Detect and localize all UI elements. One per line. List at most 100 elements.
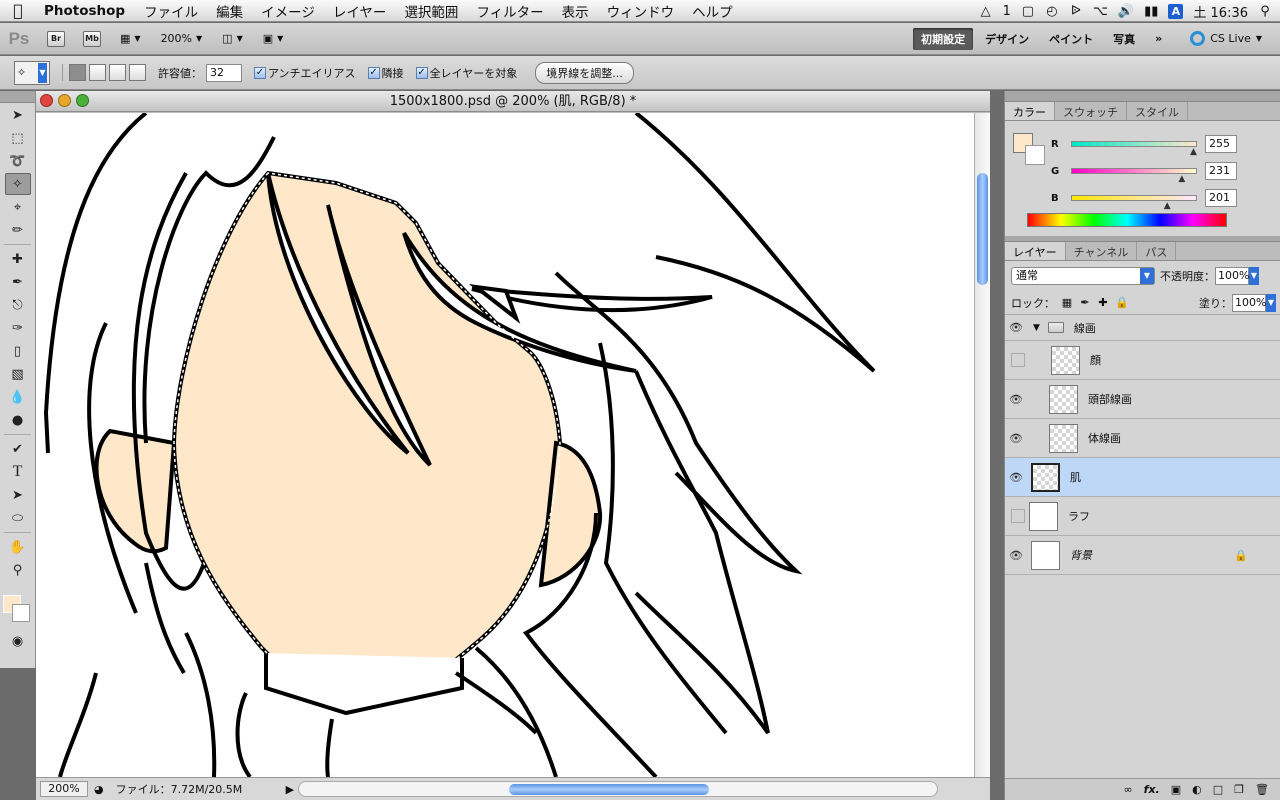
new-group-icon[interactable]: □ bbox=[1213, 783, 1223, 796]
horizontal-scrollbar[interactable] bbox=[298, 781, 938, 797]
eye-icon[interactable]: 👁 bbox=[1005, 432, 1027, 445]
layer-row-skin[interactable]: 👁 肌 bbox=[1005, 458, 1280, 497]
bluetooth-icon[interactable]: ᐉ bbox=[1069, 4, 1083, 19]
color-swatches[interactable] bbox=[0, 587, 35, 629]
layer-row-background[interactable]: 👁 背景 🔒 bbox=[1005, 536, 1280, 575]
type-tool-icon[interactable]: T bbox=[5, 461, 31, 483]
menu-edit[interactable]: 編集 bbox=[207, 1, 252, 21]
contiguous-checkbox[interactable]: ✓ 隣接 bbox=[367, 65, 404, 81]
green-slider-track[interactable]: ▲ bbox=[1071, 168, 1197, 184]
layer-mask-icon[interactable]: ▣ bbox=[1171, 783, 1181, 796]
status-menu-arrow-icon[interactable]: ▶ bbox=[286, 783, 294, 796]
vertical-scrollbar[interactable] bbox=[974, 113, 990, 777]
layer-group-row[interactable]: 👁 ▼ 線画 bbox=[1005, 315, 1280, 341]
chevron-down-icon[interactable]: ▼ bbox=[1249, 267, 1259, 285]
brush-tool-icon[interactable]: ✒ bbox=[5, 271, 31, 293]
menu-window[interactable]: ウィンドウ bbox=[598, 1, 684, 21]
visibility-toggle-off[interactable] bbox=[1011, 353, 1025, 367]
menu-image[interactable]: イメージ bbox=[252, 1, 324, 21]
new-selection-button[interactable] bbox=[69, 64, 86, 81]
zoom-window-button[interactable] bbox=[76, 94, 89, 107]
antialias-checkbox[interactable]: ✓ アンチエイリアス bbox=[254, 65, 356, 81]
marquee-tool-icon[interactable]: ⬚ bbox=[5, 127, 31, 149]
tool-preset-picker[interactable]: ✧ ▼ bbox=[14, 60, 50, 85]
disclosure-triangle-icon[interactable]: ▼ bbox=[1033, 323, 1040, 333]
eye-icon[interactable]: 👁 bbox=[1005, 549, 1027, 562]
eye-icon[interactable]: 👁 bbox=[1005, 321, 1027, 334]
ellipse-tool-icon[interactable]: ⬭ bbox=[5, 507, 31, 529]
color-spectrum-bar[interactable] bbox=[1027, 213, 1227, 227]
add-to-selection-button[interactable] bbox=[89, 64, 106, 81]
move-tool-icon[interactable]: ➤ bbox=[5, 104, 31, 126]
blend-mode-select[interactable]: 通常 ▼ bbox=[1011, 267, 1155, 285]
slider-knob-icon[interactable]: ▲ bbox=[1190, 147, 1197, 157]
layer-row-body-lineart[interactable]: 👁 体線画 bbox=[1005, 419, 1280, 458]
stop-icon[interactable]: ▢ bbox=[1021, 4, 1035, 19]
blue-value-input[interactable]: 201 bbox=[1205, 189, 1237, 207]
close-window-button[interactable] bbox=[40, 94, 53, 107]
workspace-paint[interactable]: ペイント bbox=[1041, 28, 1101, 50]
layer-style-icon[interactable]: fx. bbox=[1144, 783, 1160, 796]
screen-mode-dropdown[interactable]: ▣ ▼ bbox=[263, 32, 284, 45]
workspace-essentials[interactable]: 初期設定 bbox=[913, 27, 974, 50]
layer-row-rough[interactable]: ラフ bbox=[1005, 497, 1280, 536]
tab-channels[interactable]: チャンネル bbox=[1066, 242, 1138, 260]
spotlight-search-icon[interactable]: ⚲ bbox=[1258, 4, 1272, 19]
workspace-design[interactable]: デザイン bbox=[977, 28, 1037, 50]
layer-row-head-lineart[interactable]: 👁 頭部線画 bbox=[1005, 380, 1280, 419]
status-info-icon[interactable]: ◕ bbox=[94, 783, 104, 796]
status-zoom-field[interactable]: 200% bbox=[40, 781, 88, 797]
adjustment-layer-icon[interactable]: ◐ bbox=[1192, 783, 1202, 796]
blue-slider-track[interactable]: ▲ bbox=[1071, 195, 1197, 211]
trash-icon[interactable]: 🗑 bbox=[1255, 783, 1269, 796]
pen-tool-icon[interactable]: ✔ bbox=[5, 438, 31, 460]
clone-stamp-tool-icon[interactable]: ⎋ bbox=[5, 294, 31, 316]
red-slider-track[interactable]: ▲ bbox=[1071, 141, 1197, 157]
time-machine-icon[interactable]: ◴ bbox=[1045, 4, 1059, 19]
menu-select[interactable]: 選択範囲 bbox=[395, 1, 467, 21]
menu-layer[interactable]: レイヤー bbox=[324, 1, 396, 21]
tools-panel-header[interactable] bbox=[0, 91, 35, 103]
eraser-tool-icon[interactable]: ▯ bbox=[5, 340, 31, 362]
horizontal-scroll-thumb[interactable] bbox=[509, 784, 709, 795]
menu-help[interactable]: ヘルプ bbox=[683, 1, 742, 21]
bridge-button[interactable]: Br bbox=[47, 30, 65, 47]
mini-bridge-button[interactable]: Mb bbox=[83, 30, 101, 47]
crop-tool-icon[interactable]: ⌖ bbox=[5, 196, 31, 218]
visibility-toggle-off[interactable] bbox=[1011, 509, 1025, 523]
hand-tool-icon[interactable]: ✋ bbox=[5, 536, 31, 558]
eye-icon[interactable]: 👁 bbox=[1005, 393, 1027, 406]
color-panel-background-swatch[interactable] bbox=[1025, 145, 1045, 165]
quick-mask-icon[interactable]: ◉ bbox=[5, 630, 31, 652]
view-extras-dropdown[interactable]: ▦ ▼ bbox=[120, 32, 141, 45]
background-color-swatch[interactable] bbox=[12, 604, 30, 622]
tolerance-input[interactable]: 32 bbox=[206, 63, 242, 82]
adobe-icon[interactable]: △ bbox=[979, 4, 993, 19]
eyedropper-tool-icon[interactable]: ✏ bbox=[5, 219, 31, 241]
dodge-tool-icon[interactable]: ● bbox=[5, 409, 31, 431]
minimize-window-button[interactable] bbox=[58, 94, 71, 107]
menu-view[interactable]: 表示 bbox=[553, 1, 598, 21]
tab-swatches[interactable]: スウォッチ bbox=[1055, 102, 1127, 120]
lock-position-icon[interactable]: ✚ bbox=[1097, 296, 1109, 309]
menu-file[interactable]: ファイル bbox=[135, 1, 207, 21]
more-workspaces-button[interactable]: » bbox=[1147, 29, 1170, 48]
blur-tool-icon[interactable]: 💧 bbox=[5, 386, 31, 408]
tab-color[interactable]: カラー bbox=[1005, 102, 1055, 120]
zoom-dropdown[interactable]: 200% ▼ bbox=[161, 32, 203, 45]
workspace-photo[interactable]: 写真 bbox=[1105, 28, 1143, 50]
slider-knob-icon[interactable]: ▲ bbox=[1164, 201, 1171, 211]
panel-dock-header[interactable] bbox=[1005, 91, 1280, 102]
magic-wand-tool-icon[interactable]: ✧ bbox=[4, 173, 31, 195]
layer-row-face[interactable]: 顔 bbox=[1005, 341, 1280, 380]
intersect-selection-button[interactable] bbox=[129, 64, 146, 81]
volume-icon[interactable]: 🔊 bbox=[1118, 4, 1134, 19]
cs-live-button[interactable]: CS Live ▼ bbox=[1190, 31, 1262, 46]
apple-menu-icon[interactable]:  bbox=[0, 1, 36, 20]
arrange-documents-dropdown[interactable]: ◫ ▼ bbox=[222, 32, 243, 45]
document-title-bar[interactable]: 1500x1800.psd @ 200% (肌, RGB/8) * bbox=[36, 91, 990, 112]
tab-layers[interactable]: レイヤー bbox=[1005, 242, 1066, 260]
green-value-input[interactable]: 231 bbox=[1205, 162, 1237, 180]
gradient-tool-icon[interactable]: ▧ bbox=[5, 363, 31, 385]
chevron-down-icon[interactable]: ▼ bbox=[1266, 293, 1276, 312]
